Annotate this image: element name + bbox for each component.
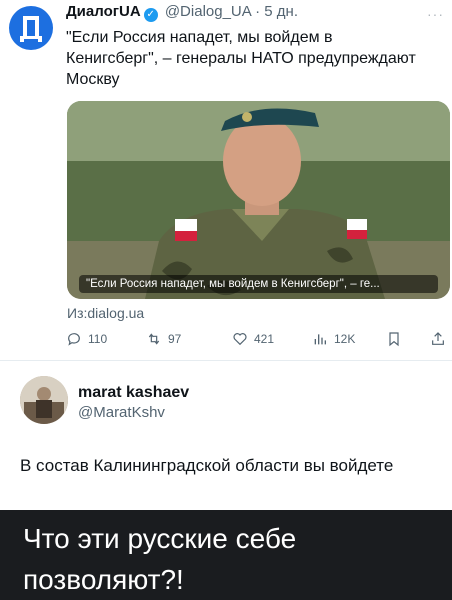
more-options-icon[interactable]: ··· — [427, 6, 444, 22]
media-caption: "Если Россия нападет, мы войдем в Кенигс… — [79, 275, 438, 293]
repost-count: 97 — [168, 332, 182, 346]
repost-button[interactable]: 97 — [146, 331, 181, 347]
marat-avatar[interactable] — [20, 376, 68, 424]
link-source[interactable]: Из:dialog.ua — [67, 305, 144, 321]
views-icon — [314, 334, 326, 345]
user-photo — [20, 376, 68, 424]
reply-author-handle[interactable]: @MaratKshv — [78, 404, 165, 421]
reply-post-text: В состав Калининградской области вы войд… — [20, 456, 394, 475]
dialog-ua-avatar[interactable] — [9, 6, 53, 50]
share-button[interactable] — [430, 331, 446, 347]
bookmark-button[interactable] — [386, 331, 402, 347]
post-divider — [0, 360, 452, 361]
soldier-photo — [67, 101, 450, 299]
verified-badge-icon: ✓ — [143, 8, 158, 22]
views-button[interactable]: 12K — [312, 331, 355, 347]
caption-banner: Что эти русские себе позволяют?! — [0, 510, 452, 600]
post-text: "Если Россия нападет, мы войдем в Кенигс… — [66, 29, 416, 88]
author-name[interactable]: ДиалогUA — [66, 3, 141, 20]
dialog-logo-icon — [20, 16, 42, 42]
post-media[interactable]: "Если Россия нападет, мы войдем в Кенигс… — [67, 101, 450, 299]
repost-icon — [148, 333, 160, 345]
action-bar: 110 97 421 12K — [66, 331, 448, 351]
caption-text: Что эти русские себе позволяют?! — [23, 523, 297, 595]
reply-icon — [68, 333, 80, 346]
views-count: 12K — [334, 332, 356, 346]
share-icon — [432, 332, 444, 345]
post-age[interactable]: 5 дн. — [264, 3, 298, 20]
like-button[interactable]: 421 — [232, 331, 274, 347]
reply-button[interactable]: 110 — [66, 331, 107, 347]
quoted-post[interactable]: ДиалогUA ✓ @Dialog_UA · 5 дн. ··· "Если Р… — [0, 0, 452, 360]
heart-icon — [233, 333, 247, 346]
reply-count: 110 — [88, 332, 108, 346]
bookmark-icon — [389, 332, 399, 347]
post-header: ДиалогUA ✓ @Dialog_UA · 5 дн. — [66, 3, 298, 22]
like-count: 421 — [254, 332, 275, 346]
separator-dot: · — [255, 3, 261, 20]
author-handle[interactable]: @Dialog_UA — [165, 3, 251, 20]
reply-author-name[interactable]: marat kashaev — [78, 384, 189, 402]
